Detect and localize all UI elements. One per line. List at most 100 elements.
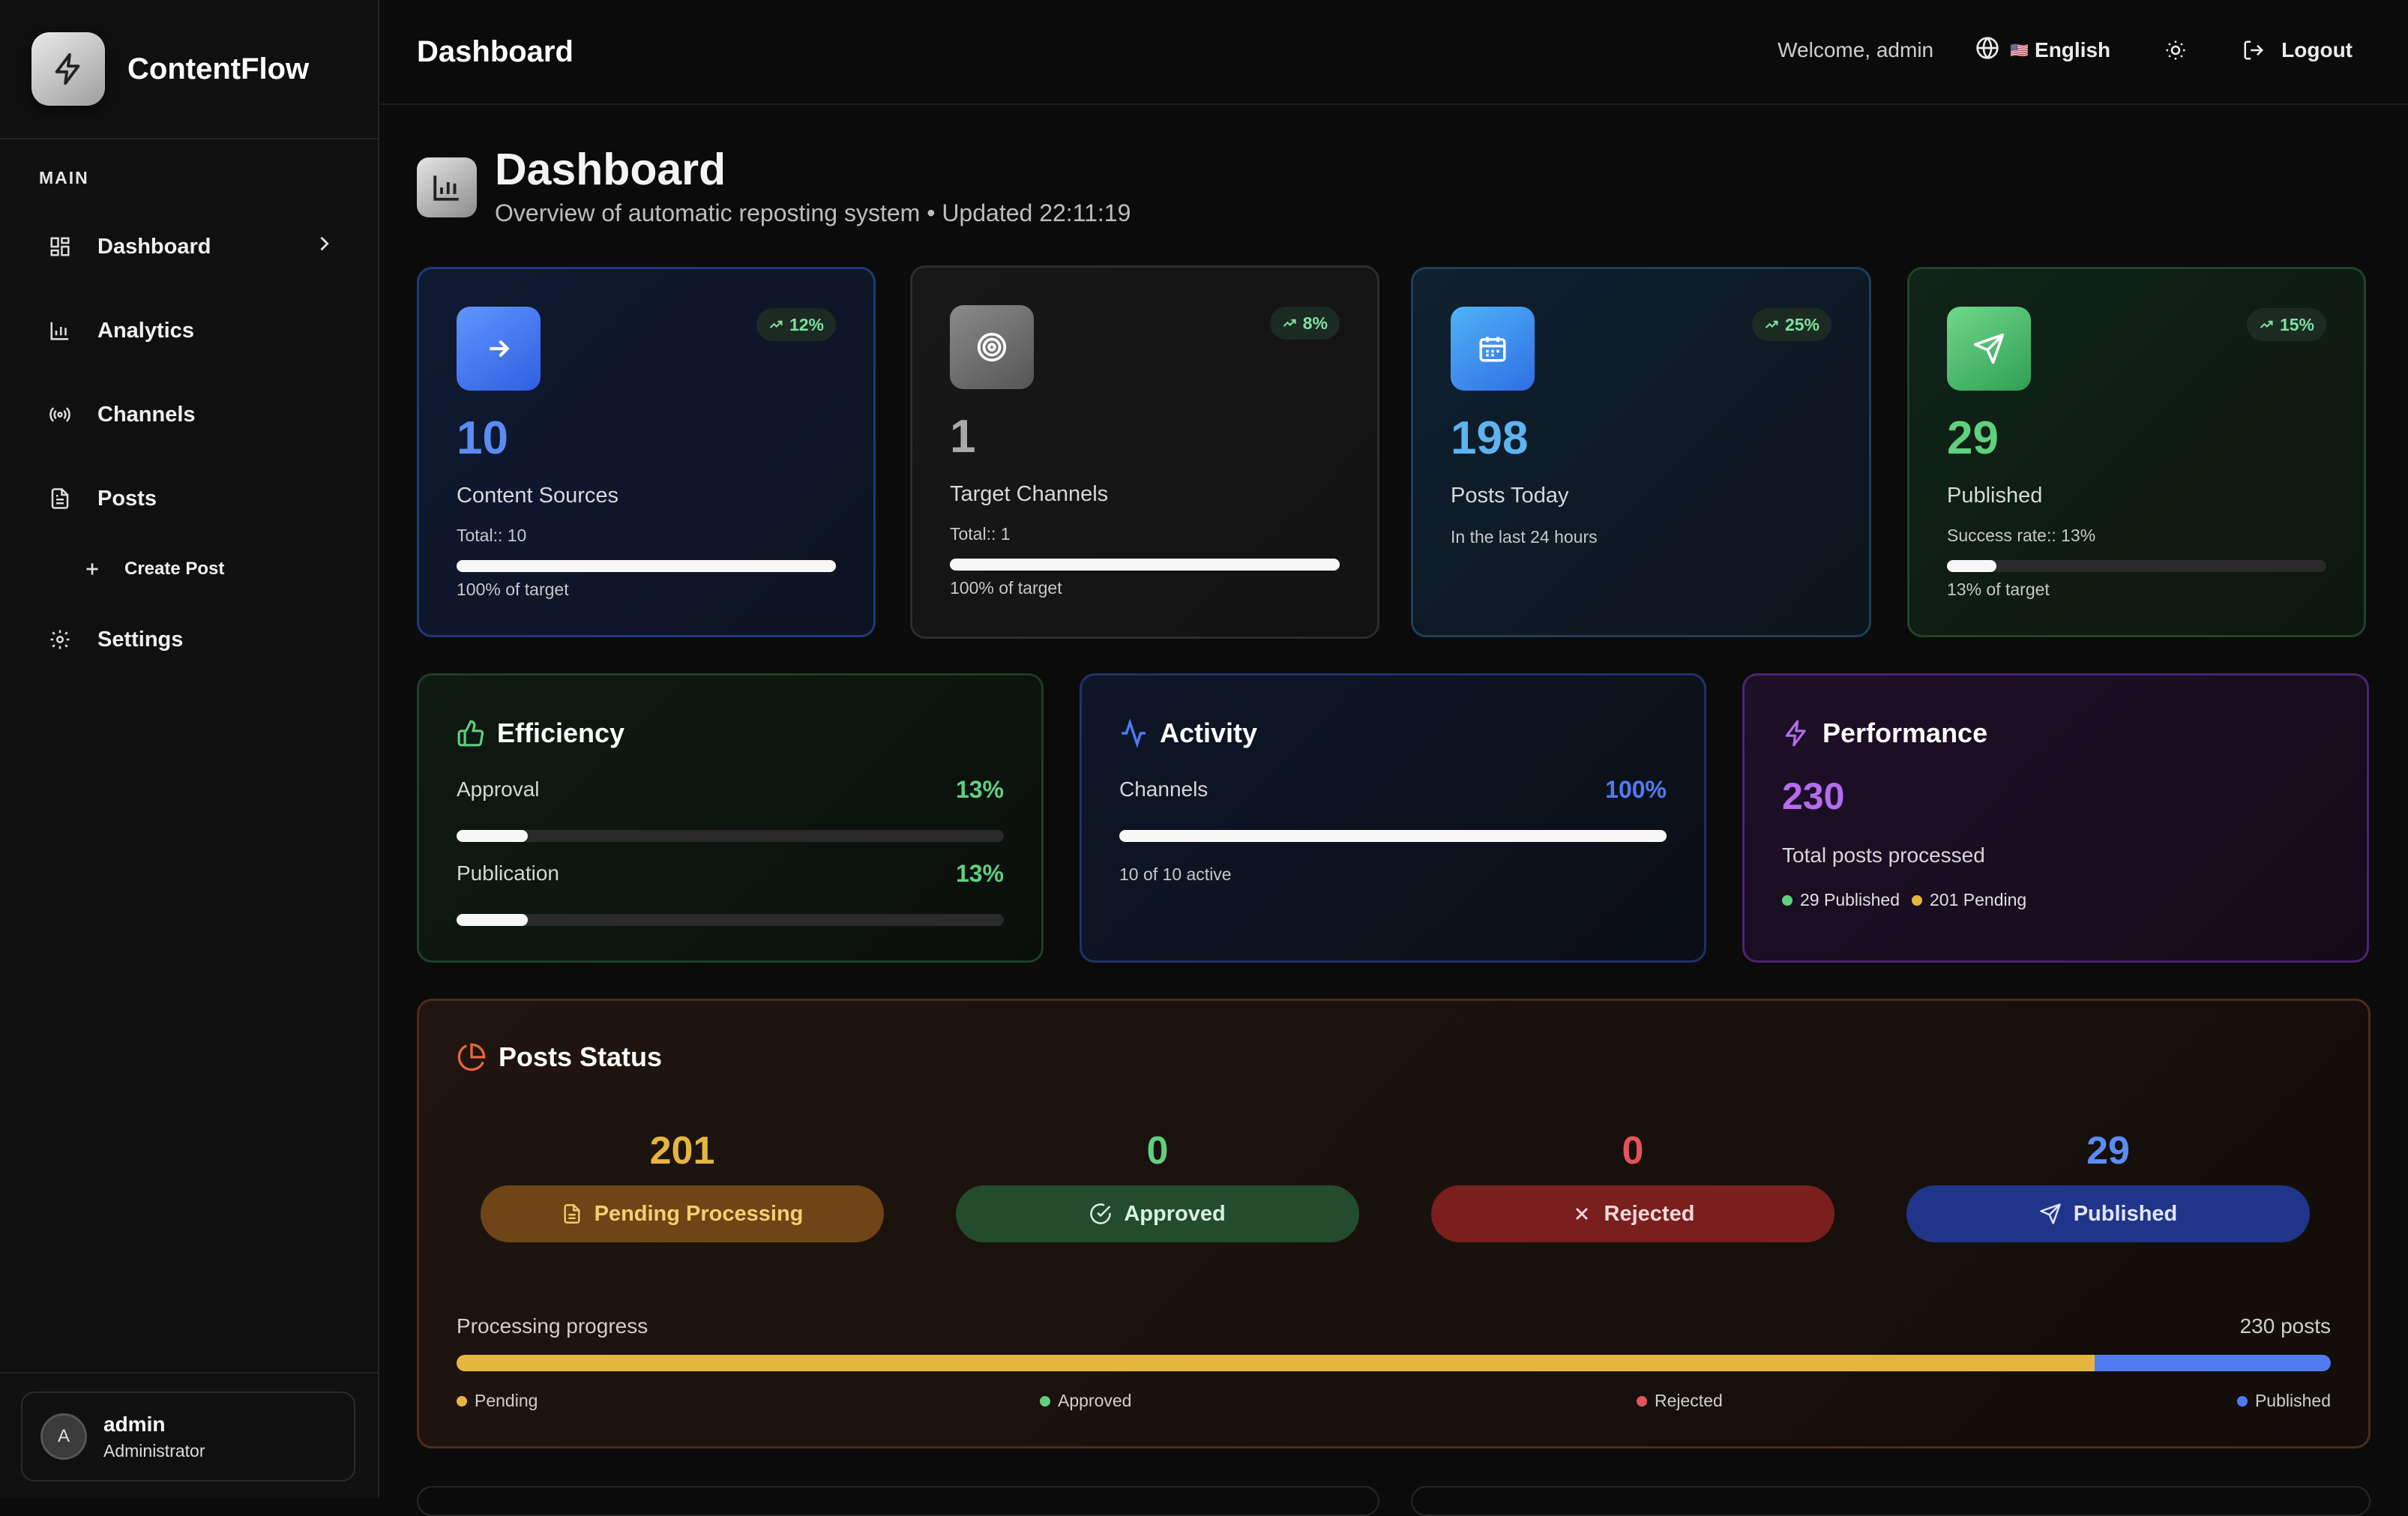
- pending-dot: [457, 1395, 467, 1407]
- language-label: English: [2035, 38, 2111, 61]
- sidebar-item-label: Analytics: [97, 318, 194, 343]
- approved-button[interactable]: Approved: [956, 1185, 1359, 1242]
- stat-total: Total:: 10: [457, 526, 527, 545]
- trend-up-icon: [1765, 320, 1778, 328]
- close-icon: [1575, 1207, 1588, 1221]
- stat-value: 198: [1451, 412, 1529, 464]
- sidebar-item-create-post[interactable]: Create Post: [0, 541, 378, 598]
- activity-note: 10 of 10 active: [1119, 864, 1232, 884]
- sidebar-item-channels[interactable]: Channels: [0, 373, 378, 457]
- trend-value: 12%: [789, 314, 824, 334]
- target-icon: [950, 305, 1034, 389]
- avatar: A: [40, 1413, 87, 1460]
- progress-fill: [1119, 830, 1667, 842]
- status-count: 0: [1146, 1129, 1169, 1173]
- sidebar-item-label: Channels: [97, 402, 196, 427]
- user-card[interactable]: A admin Administrator: [21, 1392, 355, 1482]
- broadcast-icon: [46, 401, 73, 428]
- legend-label: Rejected: [1655, 1391, 1723, 1410]
- thumbs-up-icon: [457, 720, 484, 747]
- app-name: ContentFlow: [127, 52, 310, 85]
- status-label: Pending Processing: [594, 1201, 804, 1226]
- check-circle-icon: [1090, 1203, 1112, 1224]
- performance-legend: 29 Published 201 Pending: [1782, 890, 2026, 910]
- card-title: Performance: [1822, 718, 1988, 748]
- published-button[interactable]: Published: [1906, 1185, 2310, 1242]
- stat-total: Total:: 1: [950, 524, 1011, 544]
- processing-progress-bar: [457, 1355, 2331, 1371]
- stat-foot: 100% of target: [950, 578, 1062, 598]
- performance-label: Total posts processed: [1782, 843, 1985, 867]
- progress-fill: [950, 559, 1340, 571]
- legend-published: Published: [2236, 1391, 2331, 1411]
- trend-badge: 15%: [2246, 308, 2326, 341]
- status-count: 29: [2086, 1129, 2130, 1173]
- segment-published: [2094, 1355, 2331, 1371]
- sidebar-item-label: Dashboard: [97, 234, 211, 259]
- divider: [0, 1372, 378, 1374]
- performance-card: Performance 230 Total posts processed 29…: [1742, 673, 2369, 963]
- segment-pending: [457, 1355, 2095, 1371]
- file-text-icon: [564, 1204, 580, 1224]
- stat-foot: 100% of target: [457, 580, 569, 599]
- stat-total: Success rate:: 13%: [1947, 526, 2096, 545]
- rejected-button[interactable]: Rejected: [1431, 1185, 1834, 1242]
- trend-up-icon: [2260, 320, 2273, 328]
- page-header: Dashboard Overview of automatic repostin…: [417, 144, 1131, 227]
- pending-processing-button[interactable]: Pending Processing: [481, 1185, 884, 1242]
- legend-label: Approved: [1058, 1391, 1132, 1410]
- legend-approved: Approved: [1040, 1391, 1131, 1411]
- stat-card-published[interactable]: 15% 29 Published Success rate:: 13% 13% …: [1907, 267, 2366, 637]
- trend-badge: 8%: [1269, 307, 1340, 340]
- topbar: Dashboard Welcome, admin 🇺🇸 English Logo…: [381, 0, 2408, 105]
- sidebar-item-analytics[interactable]: Analytics: [0, 289, 378, 373]
- logout-icon: [2244, 40, 2264, 60]
- progress-track: [950, 559, 1340, 571]
- calendar-icon: [1451, 307, 1535, 391]
- language-selector[interactable]: 🇺🇸 English: [1975, 36, 2110, 65]
- card-title: Activity: [1160, 718, 1258, 748]
- pie-chart-icon: [457, 1043, 486, 1071]
- trend-badge: 25%: [1751, 308, 1831, 341]
- row-value: 13%: [955, 776, 1004, 803]
- progress-track: [1119, 830, 1667, 842]
- next-card-edge: [417, 1486, 1379, 1516]
- sidebar-item-label: Create Post: [124, 559, 225, 579]
- stat-card-target-channels[interactable]: 8% 1 Target Channels Total:: 1 100% of t…: [910, 265, 1379, 639]
- bar-chart-icon: [46, 317, 73, 344]
- progress-total: 230 posts: [2239, 1314, 2331, 1338]
- legend-label: Pending: [475, 1391, 538, 1410]
- status-pending: 201 Pending Processing: [481, 1128, 884, 1242]
- stat-card-posts-today[interactable]: 25% 198 Posts Today In the last 24 hours: [1411, 267, 1871, 637]
- progress-track: [457, 560, 836, 572]
- pending-count: 201 Pending: [1930, 890, 2027, 909]
- performance-value: 230: [1782, 775, 1845, 817]
- sidebar-item-label: Posts: [97, 486, 157, 511]
- stat-label: Target Channels: [950, 482, 1109, 506]
- published-dot: [2236, 1395, 2248, 1407]
- sun-icon[interactable]: [2164, 39, 2187, 61]
- progress-track: [457, 830, 1004, 842]
- trend-up-icon: [769, 320, 783, 328]
- legend-pending: Pending: [457, 1391, 538, 1411]
- logout-button[interactable]: Logout: [2242, 38, 2353, 62]
- sidebar-item-posts[interactable]: Posts: [0, 457, 378, 541]
- chevron-right-icon: [313, 233, 334, 260]
- stat-label: Published: [1947, 484, 2043, 508]
- sidebar-nav: Dashboard Analytics Channels Posts Creat…: [0, 205, 378, 682]
- arrow-right-icon: [457, 307, 541, 391]
- sidebar: ContentFlow MAIN Dashboard Analytics Cha…: [0, 0, 379, 1498]
- published-count: 29 Published: [1800, 890, 1900, 909]
- sidebar-item-dashboard[interactable]: Dashboard: [0, 205, 378, 289]
- plus-icon: [81, 556, 103, 583]
- sidebar-item-settings[interactable]: Settings: [0, 598, 378, 682]
- main-content: Dashboard Overview of automatic repostin…: [381, 106, 2408, 1516]
- efficiency-card: Efficiency Approval 13% Publication 13%: [417, 673, 1044, 963]
- brand[interactable]: ContentFlow: [0, 0, 378, 139]
- progress-fill: [1947, 560, 1996, 572]
- stat-card-content-sources[interactable]: 12% 10 Content Sources Total:: 10 100% o…: [417, 267, 876, 637]
- status-count: 0: [1622, 1129, 1644, 1173]
- page-subtitle: Overview of automatic reposting system •…: [495, 199, 1131, 226]
- status-label: Approved: [1124, 1201, 1226, 1226]
- activity-icon: [1122, 719, 1146, 748]
